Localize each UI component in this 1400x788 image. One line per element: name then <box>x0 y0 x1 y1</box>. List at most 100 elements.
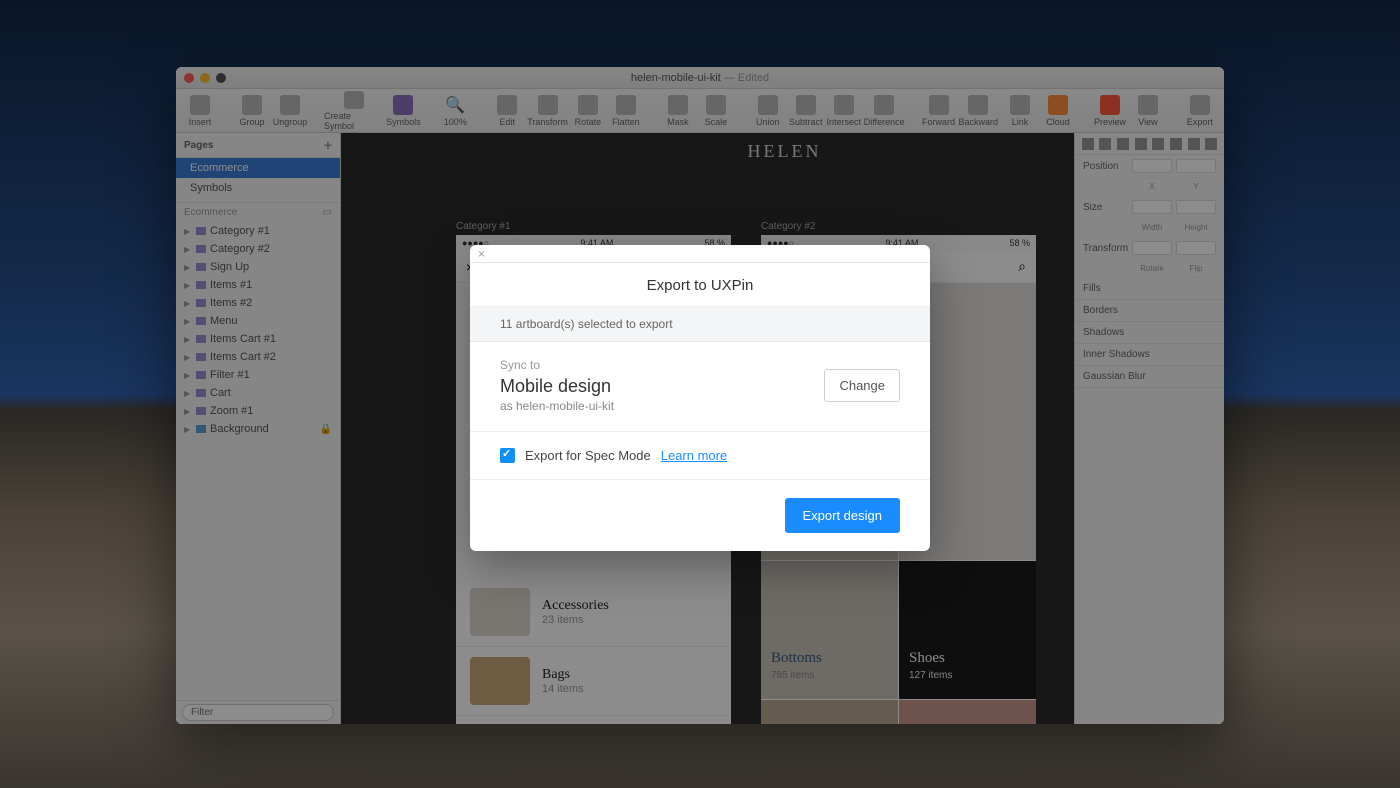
export-design-button[interactable]: Export design <box>785 498 901 533</box>
layer-item[interactable]: ▶Sign Up <box>176 258 340 276</box>
change-button[interactable]: Change <box>824 369 900 402</box>
chevron-right-icon: ▶ <box>184 389 192 398</box>
layer-item[interactable]: ▶Zoom #1 <box>176 402 340 420</box>
rotate-button[interactable]: Rotate <box>570 91 606 131</box>
window-controls <box>184 73 226 83</box>
minimize-window-icon[interactable] <box>200 73 210 83</box>
dialog-subtitle: 11 artboard(s) selected to export <box>470 307 930 342</box>
flatten-button[interactable]: Flatten <box>608 91 644 131</box>
x-field[interactable] <box>1132 159 1172 173</box>
edit-button[interactable]: Edit <box>489 91 525 131</box>
layers-options-icon[interactable]: ▭ <box>323 207 332 218</box>
layer-item[interactable]: ▶Items #2 <box>176 294 340 312</box>
artboard-icon <box>196 245 206 253</box>
ungroup-button[interactable]: Ungroup <box>272 91 308 131</box>
zoom-window-icon[interactable] <box>216 73 226 83</box>
create-symbol-button[interactable]: Create Symbol <box>324 91 383 131</box>
alignment-controls[interactable] <box>1075 133 1224 155</box>
symbols-button[interactable]: Symbols <box>385 91 421 131</box>
page-item-ecommerce[interactable]: Ecommerce <box>176 158 340 178</box>
artboard-icon <box>196 227 206 235</box>
dialog-title: Export to UXPin <box>470 263 930 307</box>
gaussian-blur-section[interactable]: Gaussian Blur <box>1075 366 1224 388</box>
sync-section: Sync to Mobile design as helen-mobile-ui… <box>470 342 930 432</box>
inner-shadows-section[interactable]: Inner Shadows <box>1075 344 1224 366</box>
search-icon[interactable]: ⌕ <box>1018 258 1026 275</box>
learn-more-link[interactable]: Learn more <box>661 448 727 463</box>
transform-button[interactable]: Transform <box>527 91 568 131</box>
mask-button[interactable]: Mask <box>660 91 696 131</box>
union-button[interactable]: Union <box>750 91 786 131</box>
borders-section[interactable]: Borders <box>1075 300 1224 322</box>
cloud-button[interactable]: Cloud <box>1040 91 1076 131</box>
artboard-icon <box>196 299 206 307</box>
link-button[interactable]: Link <box>1002 91 1038 131</box>
chevron-right-icon: ▶ <box>184 299 192 308</box>
artboard-icon <box>196 353 206 361</box>
scale-button[interactable]: Scale <box>698 91 734 131</box>
category-tile[interactable]: Bottoms 785 items <box>761 561 898 699</box>
page-item-symbols[interactable]: Symbols <box>176 178 340 198</box>
dialog-footer: Export design <box>470 480 930 551</box>
intersect-button[interactable]: Intersect <box>826 91 862 131</box>
artboard-icon <box>196 407 206 415</box>
backward-button[interactable]: Backward <box>959 91 998 131</box>
lock-icon: 🔒 <box>320 424 332 435</box>
doc-name: helen-mobile-ui-kit <box>631 72 721 84</box>
spec-mode-checkbox[interactable] <box>500 448 515 463</box>
layer-item[interactable]: ▶Background🔒 <box>176 420 340 438</box>
project-as-label: as helen-mobile-ui-kit <box>500 399 614 413</box>
width-field[interactable] <box>1132 200 1172 214</box>
flip-field[interactable] <box>1176 241 1216 255</box>
artboard-icon <box>196 317 206 325</box>
fills-section[interactable]: Fills <box>1075 278 1224 300</box>
chevron-right-icon: ▶ <box>184 263 192 272</box>
chevron-right-icon: ▶ <box>184 317 192 326</box>
artboard-label: Category #2 <box>761 221 815 232</box>
category-tile[interactable] <box>899 700 1036 724</box>
dialog-close-icon[interactable]: × <box>478 247 485 261</box>
insert-button[interactable]: Insert <box>182 91 218 131</box>
category-tile[interactable]: Shoes 127 items <box>899 561 1036 699</box>
artboard-icon <box>196 263 206 271</box>
product-thumb <box>470 588 530 636</box>
layer-item[interactable]: ▶Filter #1 <box>176 366 340 384</box>
shadows-section[interactable]: Shadows <box>1075 322 1224 344</box>
spec-mode-row: Export for Spec Mode Learn more <box>470 432 930 480</box>
product-row[interactable]: Bags 14 items <box>456 647 731 716</box>
titlebar: helen-mobile-ui-kit — Edited <box>176 67 1224 89</box>
height-field[interactable] <box>1176 200 1216 214</box>
main-toolbar: Insert Group Ungroup Create Symbol Symbo… <box>176 89 1224 133</box>
category-tile[interactable] <box>761 700 898 724</box>
inspector-panel: Position XY Size WidthHeight Transform R… <box>1074 133 1224 724</box>
artboard-icon <box>196 371 206 379</box>
export-button[interactable]: Export <box>1182 91 1218 131</box>
layer-item[interactable]: ▶Items #1 <box>176 276 340 294</box>
forward-button[interactable]: Forward <box>921 91 957 131</box>
group-button[interactable]: Group <box>234 91 270 131</box>
artboard-icon <box>196 389 206 397</box>
preview-button[interactable]: Preview <box>1092 91 1128 131</box>
layer-item[interactable]: ▶Category #1 <box>176 222 340 240</box>
chevron-right-icon: ▶ <box>184 353 192 362</box>
product-row[interactable]: Accessories 23 items <box>456 578 731 647</box>
filter-input[interactable] <box>182 704 334 721</box>
layer-item[interactable]: ▶Cart <box>176 384 340 402</box>
layer-item[interactable]: ▶Menu <box>176 312 340 330</box>
layer-item[interactable]: ▶Items Cart #1 <box>176 330 340 348</box>
difference-button[interactable]: Difference <box>864 91 905 131</box>
view-button[interactable]: View <box>1130 91 1166 131</box>
add-page-icon[interactable]: + <box>324 137 332 153</box>
subtract-button[interactable]: Subtract <box>788 91 824 131</box>
sync-to-label: Sync to <box>500 358 614 372</box>
chevron-right-icon: ▶ <box>184 425 192 434</box>
chevron-right-icon: ▶ <box>184 371 192 380</box>
chevron-right-icon: ▶ <box>184 281 192 290</box>
y-field[interactable] <box>1176 159 1216 173</box>
close-window-icon[interactable] <box>184 73 194 83</box>
layer-item[interactable]: ▶Category #2 <box>176 240 340 258</box>
layer-item[interactable]: ▶Items Cart #2 <box>176 348 340 366</box>
zoom-control[interactable]: 🔍100% <box>437 91 473 131</box>
rotate-field[interactable] <box>1132 241 1172 255</box>
export-dialog: × Export to UXPin 11 artboard(s) selecte… <box>470 245 930 551</box>
